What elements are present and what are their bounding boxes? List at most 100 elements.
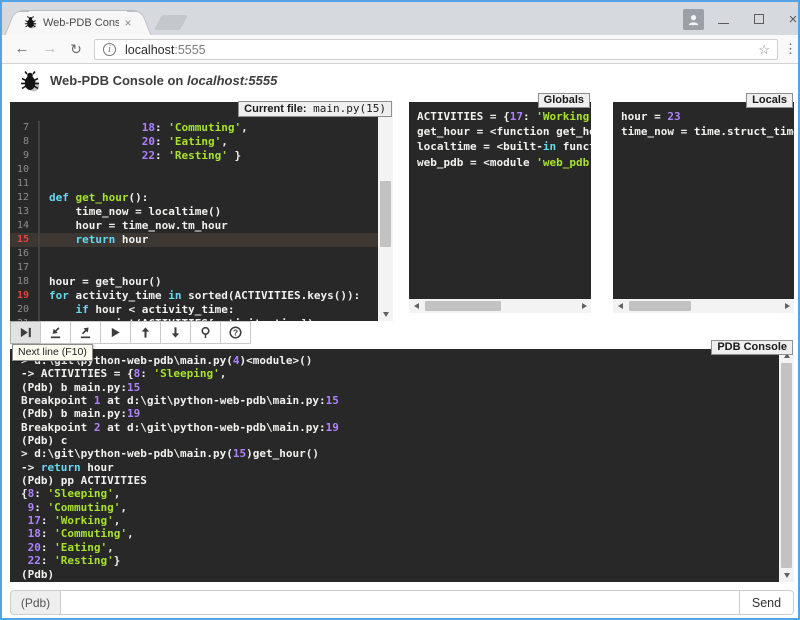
code-line: 15 return hour [10, 233, 378, 247]
tab-strip: Web-PDB Console on lo × × [2, 2, 798, 35]
globals-line: get_hour = <function get_hour at 0 [417, 124, 583, 139]
info-icon[interactable]: i [103, 43, 116, 56]
line-number: 16 [10, 247, 40, 261]
code-line: 7 18: 'Commuting', [10, 121, 378, 135]
continue-button[interactable] [100, 321, 131, 344]
locals-scroll-left-button[interactable] [613, 299, 627, 313]
console-line: Breakpoint 1 at d:\git\python-web-pdb\ma… [21, 394, 768, 407]
svg-text:?: ? [233, 327, 238, 337]
maximize-button[interactable] [744, 8, 774, 30]
console-line: {8: 'Sleeping', [21, 487, 768, 500]
return-button[interactable] [70, 321, 101, 344]
code-line: 10 [10, 163, 378, 177]
console-line: 18: 'Commuting', [21, 527, 768, 540]
pdb-console-view: > d:\git\python-web-pdb\main.py(4)<modul… [10, 349, 779, 582]
globals-scroll-thumb[interactable] [425, 301, 501, 311]
send-button[interactable]: Send [740, 590, 794, 615]
locals-line: hour = 23 [621, 109, 786, 124]
console-scroll-down-button[interactable] [779, 569, 794, 582]
locals-line: time_now = time.struct_time(tm_yea [621, 124, 786, 139]
console-line: -> ACTIVITIES = {8: 'Sleeping', [21, 367, 768, 380]
pdb-console-label: PDB Console [711, 340, 793, 355]
step-into-button[interactable] [40, 321, 71, 344]
url-port: :5555 [174, 43, 205, 57]
tooltip-next-line: Next line (F10) [12, 344, 93, 361]
minimize-button[interactable] [708, 8, 738, 30]
locals-scroll-thumb[interactable] [629, 301, 691, 311]
globals-horizontal-scrollbar[interactable] [409, 299, 591, 313]
window-close-icon: × [789, 12, 798, 27]
console-scroll-thumb[interactable] [781, 363, 792, 568]
line-number-breakpoint: 19 [10, 289, 40, 303]
line-number: 12 [10, 191, 40, 205]
locals-panel: Locals hour = 23time_now = time.struct_t… [613, 102, 794, 313]
browser-toolbar: ← → ↻ i localhost:5555 ☆ ⋮ [2, 35, 798, 64]
code-scroll-down-button[interactable] [378, 308, 393, 321]
console-vertical-scrollbar[interactable] [779, 349, 794, 582]
browser-tab[interactable]: Web-PDB Console on lo × [16, 10, 140, 35]
address-bar[interactable]: i localhost:5555 ☆ [94, 39, 778, 60]
line-number: 8 [10, 135, 40, 149]
debug-toolbar: ? [10, 321, 251, 344]
page-title-host: localhost:5555 [187, 73, 277, 88]
console-line: (Pdb) pp ACTIVITIES [21, 474, 768, 487]
locals-horizontal-scrollbar[interactable] [613, 299, 794, 313]
line-number: 13 [10, 205, 40, 219]
code-line: 12def get_hour(): [10, 191, 378, 205]
back-button[interactable]: ← [12, 39, 32, 59]
current-file-name: main.py(15) [307, 102, 386, 115]
code-line: 11 [10, 177, 378, 191]
pdb-console-panel: PDB Console > d:\git\python-web-pdb\main… [10, 349, 794, 582]
code-line: 18hour = get_hour() [10, 275, 378, 289]
forward-button[interactable]: → [40, 39, 60, 59]
tab-close-icon[interactable]: × [121, 16, 135, 30]
code-vertical-scrollbar[interactable] [378, 102, 393, 321]
bug-favicon-icon [23, 15, 38, 30]
globals-panel: Globals ACTIVITIES = {17: 'Working', 18:… [409, 102, 591, 313]
bug-logo-icon [18, 69, 42, 94]
command-input[interactable] [60, 590, 740, 615]
code-line: 13 time_now = localtime() [10, 205, 378, 219]
globals-scroll-right-button[interactable] [577, 299, 591, 313]
code-line: 14 hour = time_now.tm_hour [10, 219, 378, 233]
chrome-menu-icon[interactable]: ⋮ [784, 41, 797, 57]
globals-scroll-left-button[interactable] [409, 299, 423, 313]
arrow-up-icon [139, 326, 152, 339]
bookmark-star-icon[interactable]: ☆ [758, 42, 770, 58]
window-close-button[interactable]: × [778, 8, 800, 30]
frame-down-button[interactable] [160, 321, 191, 344]
frame-up-button[interactable] [130, 321, 161, 344]
globals-line: web_pdb = <module 'web_pdb' from ' [417, 155, 583, 170]
location-pin-icon [199, 326, 212, 339]
reload-button[interactable]: ↻ [66, 39, 86, 59]
code-line: 17 [10, 261, 378, 275]
code-line: 20 if hour < activity_time: [10, 303, 378, 317]
page-title: Web-PDB Console on localhost:5555 [50, 73, 277, 88]
profile-button[interactable] [683, 9, 704, 30]
console-line: > d:\git\python-web-pdb\main.py(15)get_h… [21, 447, 768, 460]
code-line: 8 20: 'Eating', [10, 135, 378, 149]
step-out-icon [79, 326, 92, 339]
line-number: 7 [10, 121, 40, 135]
url-host: localhost [125, 43, 174, 57]
line-number: 18 [10, 275, 40, 289]
code-scroll-thumb[interactable] [380, 181, 391, 247]
console-line: (Pdb) [21, 568, 768, 581]
code-line: 9 22: 'Resting' } [10, 149, 378, 163]
next-line-icon [19, 326, 32, 339]
browser-window: Web-PDB Console on lo × × ← → ↻ i localh… [0, 0, 800, 620]
console-line: (Pdb) c [21, 434, 768, 447]
next-line-button[interactable] [10, 321, 41, 344]
globals-line: ACTIVITIES = {17: 'Working', 18: ' [417, 109, 583, 124]
help-button[interactable]: ? [220, 321, 251, 344]
console-line: -> return hour [21, 461, 768, 474]
line-number-breakpoint: 15 [10, 233, 40, 247]
new-tab-button[interactable] [154, 15, 188, 30]
locals-scroll-right-button[interactable] [780, 299, 794, 313]
line-number: 11 [10, 177, 40, 191]
console-line: (Pdb) b main.py:19 [21, 407, 768, 420]
url-text: localhost:5555 [125, 43, 206, 57]
where-button[interactable] [190, 321, 221, 344]
code-line: 19for activity_time in sorted(ACTIVITIES… [10, 289, 378, 303]
locals-label: Locals [746, 93, 793, 108]
